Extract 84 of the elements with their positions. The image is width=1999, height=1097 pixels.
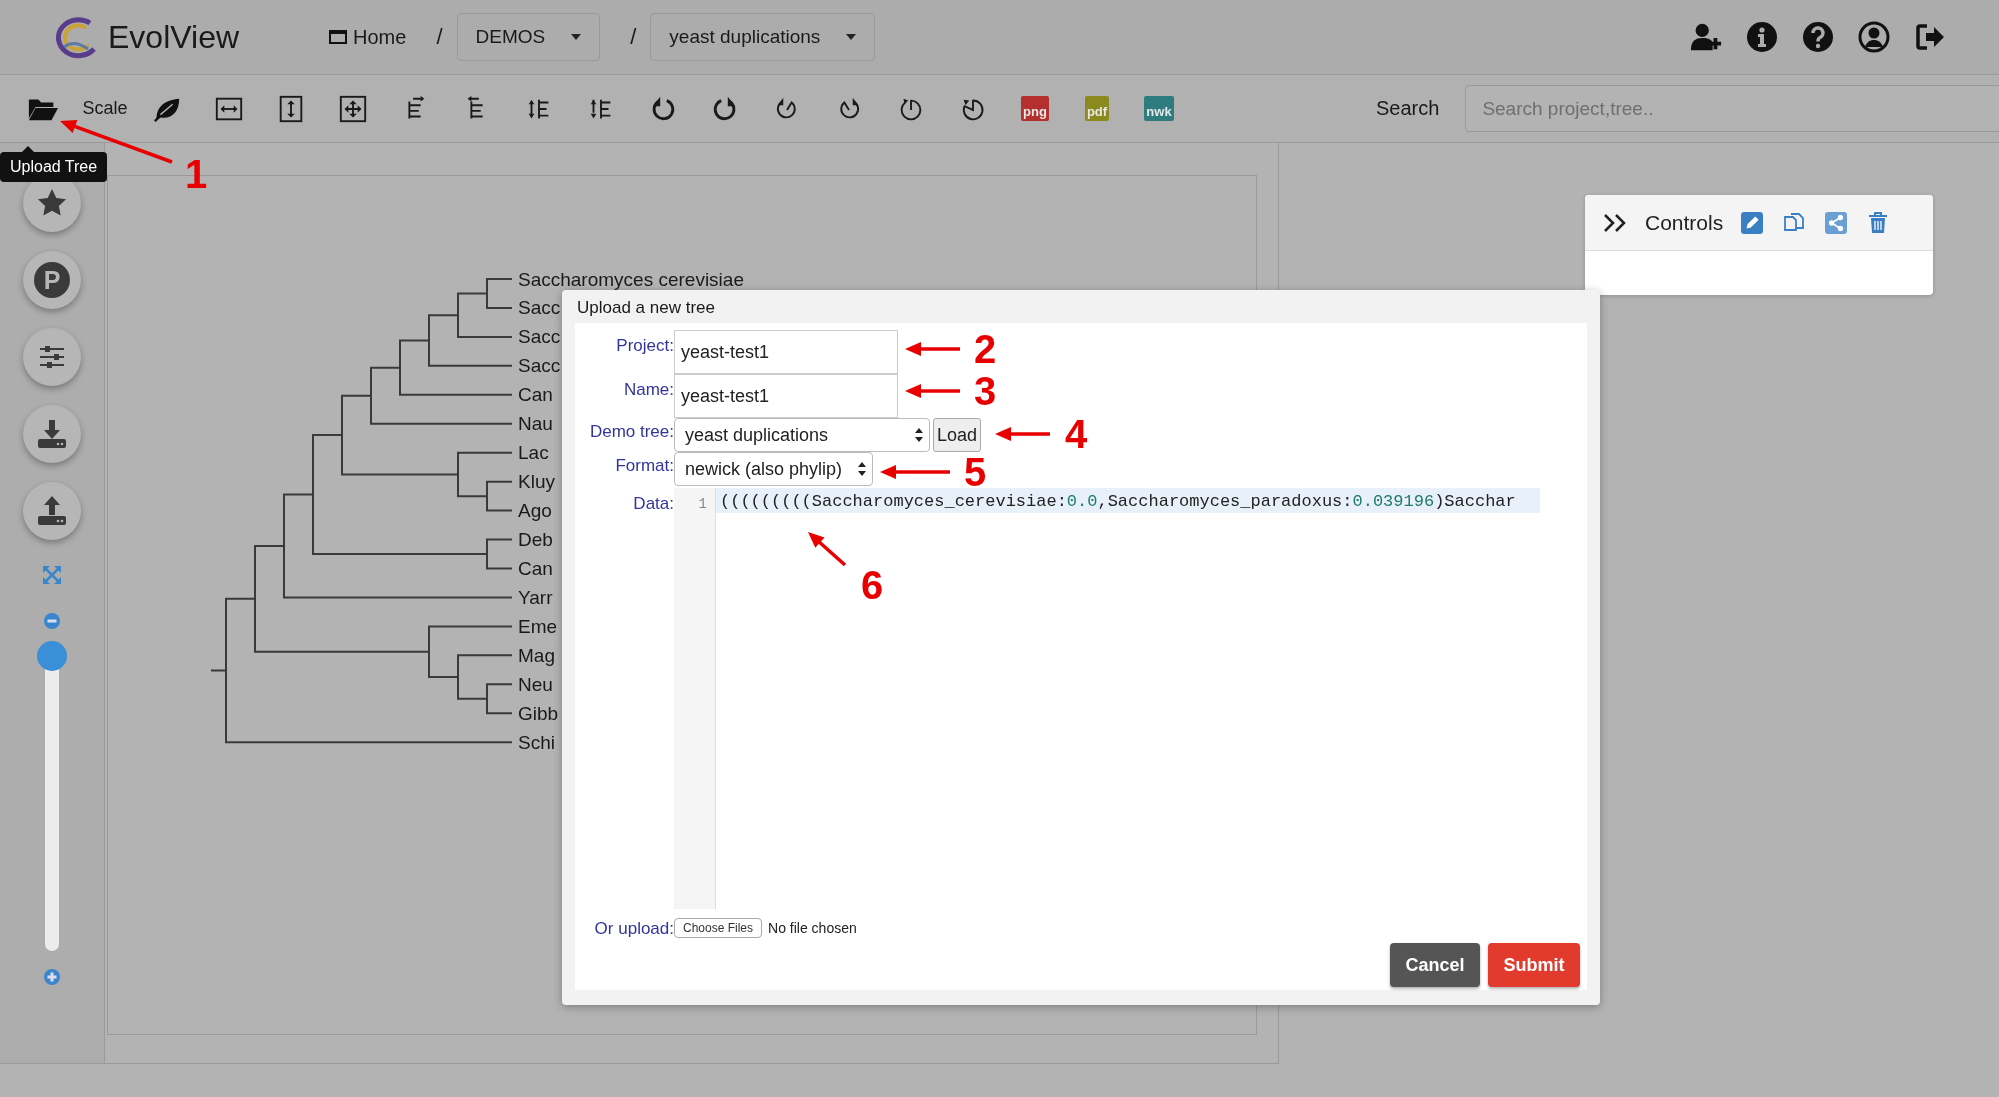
- zoom-in-icon[interactable]: [44, 969, 60, 985]
- text-field[interactable]: yeast-test1: [674, 330, 898, 374]
- file-status: No file chosen: [768, 920, 857, 936]
- tooltip: Upload Tree: [0, 152, 108, 182]
- share-icon[interactable]: [1825, 211, 1848, 234]
- annotation-number: 4: [1064, 412, 1088, 456]
- export-button[interactable]: png: [1021, 96, 1049, 121]
- annotation-number: 3: [973, 369, 997, 413]
- search-field[interactable]: Search project,tree..: [1465, 85, 1999, 132]
- breadcrumb-dropdown[interactable]: DEMOS: [456, 13, 601, 61]
- select-dropdown[interactable]: yeast duplications: [674, 418, 930, 452]
- breadcrumb-separator: /: [630, 24, 637, 50]
- download-button[interactable]: [23, 405, 81, 463]
- annotation-number: 1: [184, 152, 208, 196]
- edit-icon[interactable]: [1741, 211, 1764, 234]
- field-label: Data:: [632, 493, 674, 515]
- leaf-label[interactable]: Deb: [518, 529, 553, 551]
- expand-all-icon[interactable]: [337, 93, 369, 124]
- trash-icon[interactable]: [1867, 211, 1890, 234]
- leaf-label[interactable]: Lac: [518, 442, 549, 464]
- help-icon[interactable]: [1801, 21, 1835, 53]
- annotation-arrow: [880, 465, 950, 479]
- code-line: (((((((((Saccharomyces_cerevisiae:0.0,Saccharomyces_paradoxus:0.039196)Sacchar: [720, 492, 1516, 511]
- line-number: 1: [698, 496, 707, 512]
- panel-title: Controls: [1645, 210, 1724, 235]
- select-dropdown[interactable]: newick (also phylip): [674, 452, 873, 486]
- dialog-title: Upload a new tree: [576, 297, 716, 319]
- field-label: Name:: [622, 379, 674, 401]
- choose-files-button[interactable]: Choose Files: [674, 918, 763, 938]
- app-title[interactable]: EvolView: [108, 18, 240, 56]
- leaf-label[interactable]: Gibb: [518, 702, 559, 724]
- field-label: Demo tree:: [588, 421, 674, 443]
- logout-icon[interactable]: [1913, 21, 1947, 53]
- leaf-label[interactable]: Kluy: [518, 471, 555, 493]
- letter-button[interactable]: P: [23, 251, 81, 309]
- leaf-label[interactable]: Nau: [518, 413, 553, 435]
- field-label: Format:: [614, 455, 674, 477]
- zoom-slider[interactable]: [37, 641, 67, 951]
- field-label: Project:: [615, 335, 674, 357]
- leaf-label[interactable]: Can: [518, 558, 553, 579]
- updown-caret-icon: [915, 428, 923, 442]
- leaf-label[interactable]: Schi: [518, 731, 555, 753]
- upload-icon: [36, 495, 68, 527]
- zoom-out-icon[interactable]: [44, 613, 60, 629]
- info-icon[interactable]: [1745, 21, 1779, 53]
- leaf-label[interactable]: Can: [518, 384, 553, 406]
- annotation-arrow: [995, 427, 1050, 441]
- leaf-label[interactable]: Mag: [518, 644, 555, 666]
- leaf-label[interactable]: Saccharomyces cerevisiae: [518, 268, 744, 290]
- home-link[interactable]: Home: [329, 25, 407, 49]
- copy-icon[interactable]: [1783, 211, 1806, 234]
- annotation-arrow: [905, 384, 960, 398]
- field-label: Or upload:: [593, 918, 674, 939]
- annotation-number: 2: [973, 327, 997, 371]
- add-user-icon[interactable]: [1689, 21, 1723, 53]
- slider-thumb[interactable]: [37, 641, 67, 671]
- tooltip-pointer-icon: [22, 146, 34, 152]
- leaf-label[interactable]: Yarr: [518, 586, 553, 608]
- search-label: Search: [1376, 97, 1440, 120]
- annotation-number: 6: [860, 563, 884, 607]
- text-field[interactable]: yeast-test1: [674, 374, 898, 418]
- download-icon: [36, 418, 68, 450]
- caret-icon: [846, 34, 857, 40]
- upload-button[interactable]: [23, 482, 81, 540]
- leaf-label[interactable]: Ago: [518, 500, 552, 522]
- annotation-arrow: [808, 532, 847, 567]
- leaf-label[interactable]: Sacc: [518, 326, 561, 348]
- leaf-label[interactable]: Sacc: [518, 355, 561, 377]
- annotation-arrow: [905, 342, 960, 356]
- account-icon[interactable]: [1857, 21, 1891, 53]
- scale-button[interactable]: Scale: [82, 98, 128, 119]
- leaf-label[interactable]: Sacc: [518, 297, 561, 319]
- caret-icon: [571, 34, 582, 40]
- breadcrumb-separator: /: [436, 24, 443, 50]
- export-button[interactable]: nwk: [1144, 96, 1174, 121]
- load-button[interactable]: Load: [933, 418, 982, 452]
- breadcrumb-dropdown[interactable]: yeast duplications: [650, 13, 876, 61]
- leaf-label[interactable]: Eme: [518, 615, 558, 637]
- window-icon: [329, 30, 348, 44]
- leaf-label[interactable]: Neu: [518, 673, 553, 695]
- settings-button[interactable]: [23, 328, 81, 386]
- updown-caret-icon: [858, 462, 866, 476]
- submit-button[interactable]: Submit: [1488, 943, 1580, 987]
- cancel-button[interactable]: Cancel: [1390, 943, 1480, 987]
